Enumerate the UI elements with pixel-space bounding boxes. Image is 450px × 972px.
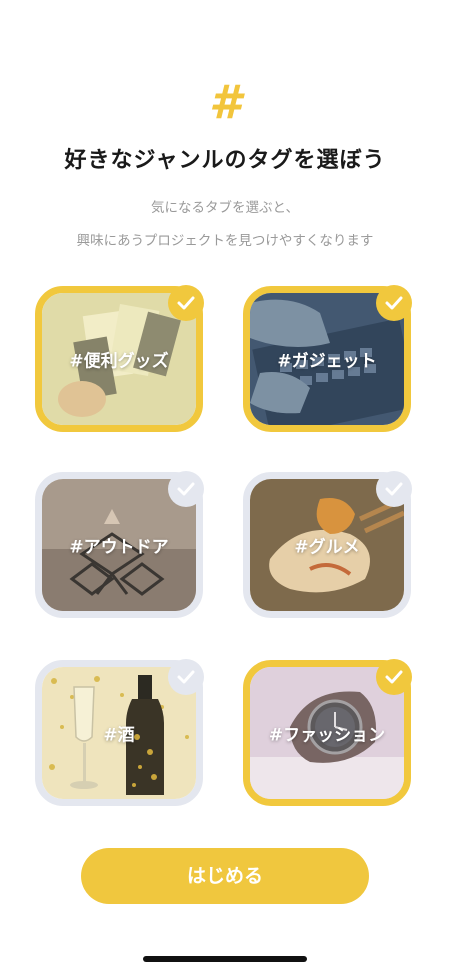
tag-label-sake: #酒 — [103, 725, 135, 746]
tag-tile-gadget[interactable]: #ガジェット — [243, 285, 412, 432]
tag-label-gadget: #ガジェット — [277, 351, 377, 372]
check-icon — [168, 471, 204, 507]
hashtag-icon: # — [208, 75, 241, 129]
home-indicator[interactable] — [143, 956, 307, 962]
subtitle-line-1: 気になるタブを選ぶと、 — [151, 200, 299, 216]
check-icon — [168, 659, 204, 695]
check-icon — [376, 659, 412, 695]
subtitle-line-2: 興味にあうプロジェクトを見つけやすくなります — [76, 233, 374, 249]
check-icon — [376, 471, 412, 507]
check-icon — [376, 285, 412, 321]
tag-label-benri-goods: #便利グッズ — [69, 351, 169, 372]
tag-tile-benri-goods[interactable]: #便利グッズ — [35, 285, 204, 432]
tag-tile-outdoor[interactable]: #アウトドア — [35, 471, 204, 618]
tag-label-outdoor: #アウトドア — [69, 537, 169, 558]
tag-tile-fashion[interactable]: #ファッション — [243, 659, 412, 806]
tag-tile-gourmet[interactable]: #グルメ — [243, 471, 412, 618]
page-title: 好きなジャンルのタグを選ぼう — [64, 148, 386, 173]
start-button[interactable]: はじめる — [81, 848, 369, 904]
tag-label-fashion: #ファッション — [268, 725, 386, 746]
check-icon — [168, 285, 204, 321]
tag-tile-sake[interactable]: #酒 — [35, 659, 204, 806]
tag-label-gourmet: #グルメ — [294, 537, 360, 558]
